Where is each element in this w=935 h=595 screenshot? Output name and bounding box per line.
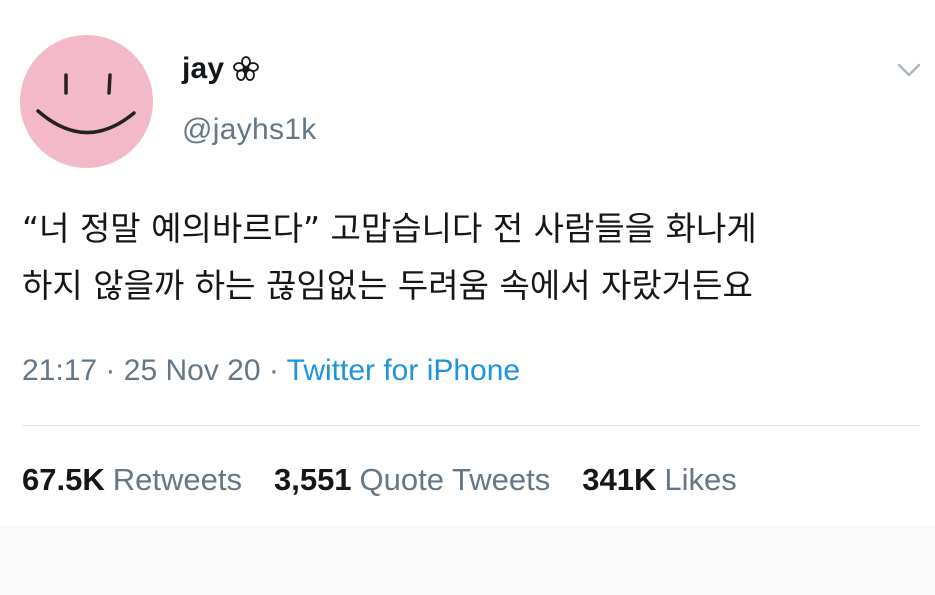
tweet-text-line: “너 정말 예의바르다” 고맙습니다 전 사람들을 화나게 xyxy=(22,209,757,248)
tweet-card: jay @jayhs1k “너 정말 예의바르다” 고맙습니다 전 사람들을 화… xyxy=(0,0,935,595)
meta-separator: · xyxy=(268,354,279,387)
tweet-stats: 67.5K Retweets 3,551 Quote Tweets 341K Like… xyxy=(22,462,769,498)
quote-tweets-label: Quote Tweets xyxy=(359,462,551,497)
divider xyxy=(22,425,920,426)
avatar[interactable] xyxy=(20,35,153,168)
display-name[interactable]: jay xyxy=(182,52,224,86)
meta-separator: · xyxy=(105,354,116,387)
likes-label: Likes xyxy=(664,462,737,497)
retweets-stat[interactable]: 67.5K Retweets xyxy=(22,462,242,498)
likes-stat[interactable]: 341K Likes xyxy=(582,462,736,498)
tweet-text: “너 정말 예의바르다” 고맙습니다 전 사람들을 화나게 하지 않을까 하는 … xyxy=(22,200,912,314)
tweet-date[interactable]: 25 Nov 20 xyxy=(124,354,261,387)
chevron-down-icon[interactable] xyxy=(894,58,924,82)
flower-icon xyxy=(233,56,260,81)
tweet-meta: 21:17 · 25 Nov 20 · Twitter for iPhone xyxy=(22,354,520,388)
retweets-count: 67.5K xyxy=(22,462,105,497)
tweet-source-link[interactable]: Twitter for iPhone xyxy=(287,354,520,387)
quote-tweets-stat[interactable]: 3,551 Quote Tweets xyxy=(274,462,550,498)
bottom-area xyxy=(0,525,935,595)
likes-count: 341K xyxy=(582,462,657,497)
user-handle[interactable]: @jayhs1k xyxy=(182,113,317,147)
author-name-row[interactable]: jay xyxy=(182,52,260,86)
retweets-label: Retweets xyxy=(112,462,242,497)
tweet-text-line: 하지 않을까 하는 끊임없는 두려움 속에서 자랐거든요 xyxy=(22,266,753,305)
quote-tweets-count: 3,551 xyxy=(273,462,352,497)
tweet-time[interactable]: 21:17 xyxy=(22,354,97,387)
